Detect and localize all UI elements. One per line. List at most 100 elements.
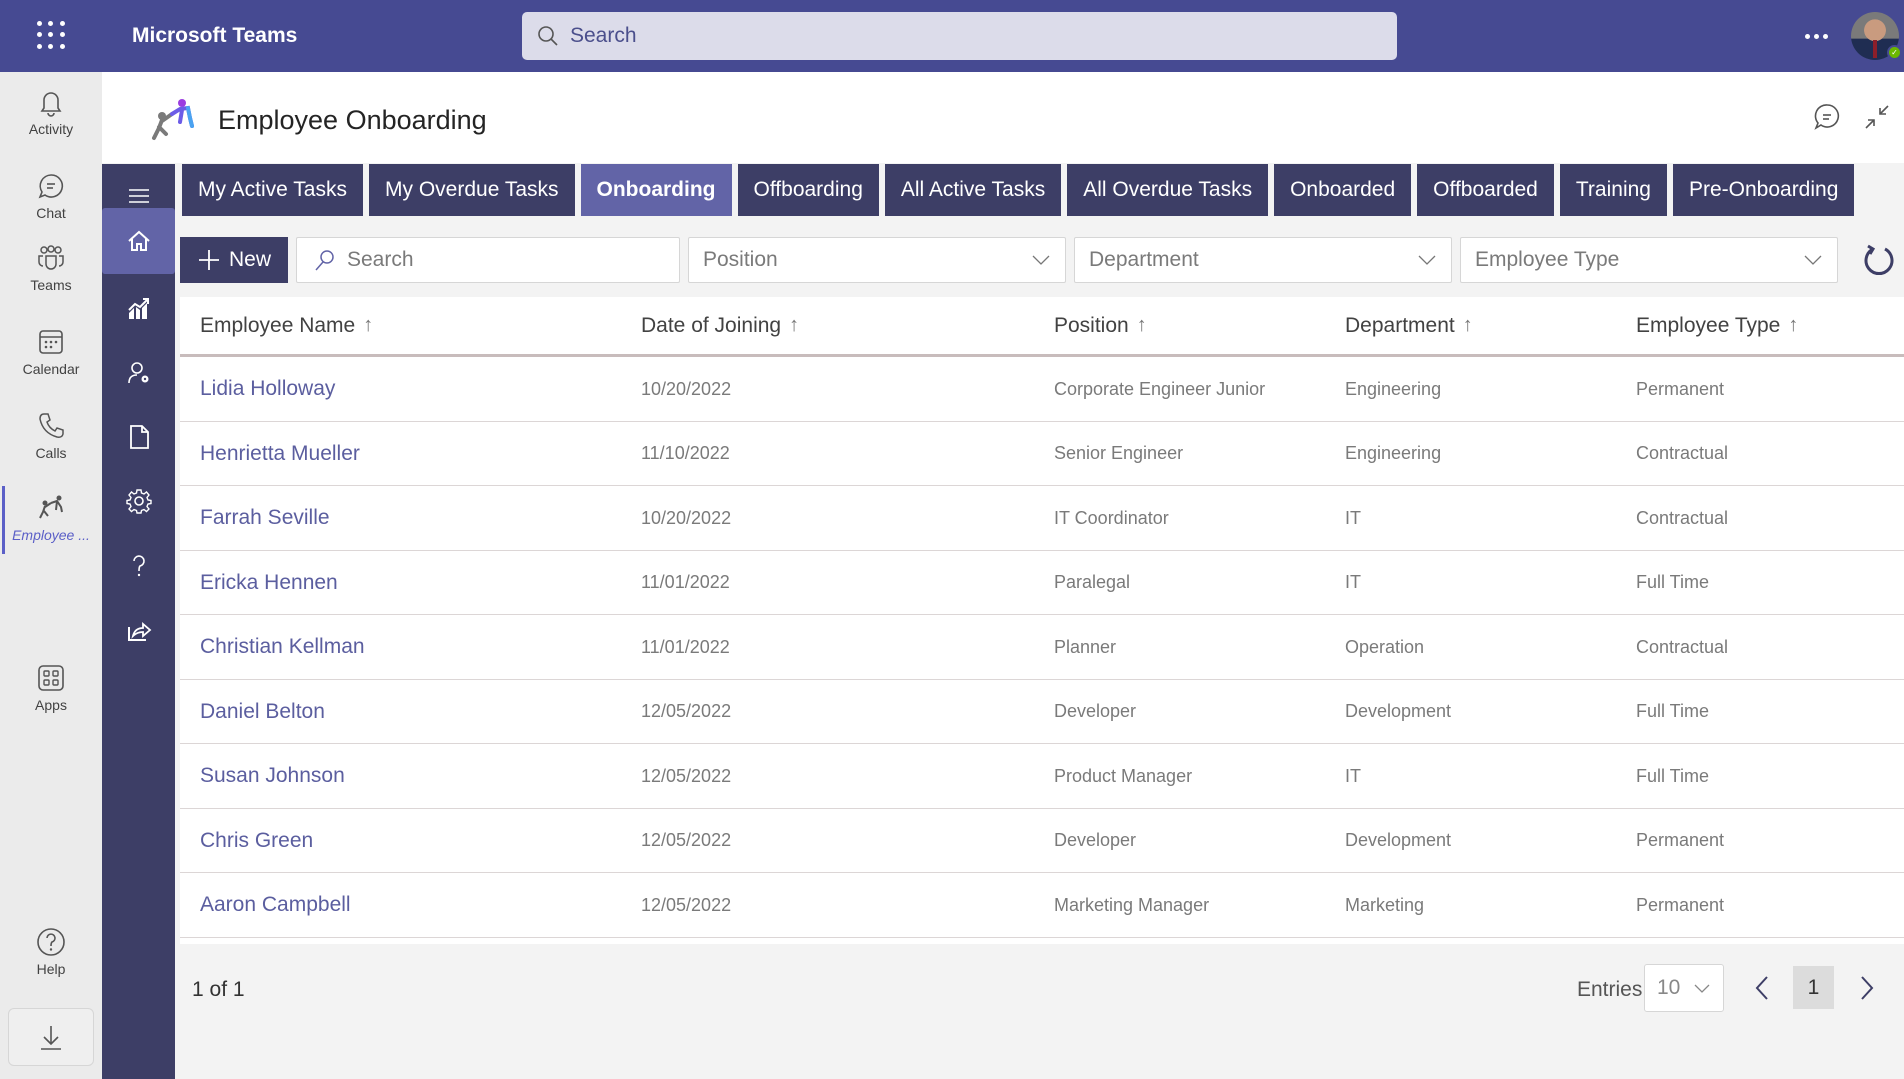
rail-item-label: Chat (36, 205, 66, 221)
nav-item-user-settings[interactable] (102, 341, 175, 405)
employee-search-input[interactable] (347, 248, 667, 272)
rail-item-apps[interactable]: Apps (0, 662, 102, 732)
column-header-employee-name[interactable]: Employee Name ↑ (200, 297, 373, 354)
new-button[interactable]: New (180, 237, 288, 283)
rail-item-employee-onboarding[interactable]: Employee ... (0, 486, 102, 562)
rail-item-calls[interactable]: Calls (0, 410, 102, 480)
tab-offboarded[interactable]: Offboarded (1417, 164, 1554, 216)
rail-item-label: Activity (28, 121, 74, 137)
nav-item-analytics[interactable] (102, 277, 175, 341)
rail-item-calendar[interactable]: Calendar (0, 326, 102, 396)
download-app-button[interactable] (8, 1008, 94, 1066)
rail-item-teams[interactable]: Teams (0, 242, 102, 312)
nav-item-home[interactable] (102, 208, 175, 274)
column-header-department[interactable]: Department ↑ (1345, 297, 1473, 354)
cell-position: Developer (1054, 701, 1137, 721)
employee-type-filter-dropdown[interactable]: Employee Type (1460, 237, 1838, 283)
table-row[interactable]: Susan Johnson 12/05/2022 Product Manager IT… (180, 744, 1904, 809)
rail-item-label: Teams (30, 277, 72, 293)
nav-item-settings[interactable] (102, 469, 175, 533)
refresh-icon[interactable] (1860, 241, 1898, 279)
global-search[interactable] (522, 12, 1397, 60)
chat-icon (38, 174, 64, 199)
plus-icon (198, 250, 219, 270)
more-options-button[interactable] (1802, 22, 1830, 50)
chevron-right-icon (1861, 976, 1874, 1000)
cell-employee-type: Full Time (1636, 765, 1710, 786)
column-header-position[interactable]: Position ↑ (1054, 297, 1147, 354)
tab-all-active-tasks[interactable]: All Active Tasks (884, 164, 1062, 216)
search-icon (315, 250, 334, 271)
table-row[interactable]: Henrietta Mueller 11/10/2022 Senior Engine… (180, 422, 1904, 486)
user-avatar[interactable]: ✓ (1851, 12, 1902, 60)
chevron-down-icon (1804, 255, 1822, 265)
cell-position: Marketing Manager (1054, 894, 1210, 915)
tab-onboarded[interactable]: Onboarded (1274, 164, 1412, 216)
chat-bubble-icon[interactable] (1812, 102, 1842, 132)
nav-item-share[interactable] (102, 598, 175, 662)
employee-name-link[interactable]: Henrietta Mueller (200, 422, 360, 486)
entries-per-page-select[interactable]: 10 (1644, 964, 1724, 1012)
position-filter-dropdown[interactable]: Position (688, 237, 1066, 283)
cell-date-of-joining: 12/05/2022 (641, 830, 732, 850)
employee-search[interactable] (296, 237, 680, 283)
rail-item-activity[interactable]: Activity (0, 86, 102, 156)
next-page-button[interactable] (1852, 970, 1882, 1006)
employee-name-link[interactable]: Farrah Seville (200, 486, 330, 550)
cell-department: Engineering (1345, 443, 1442, 463)
table-row[interactable]: Aaron Campbell 12/05/2022 Marketing Manage… (180, 873, 1904, 938)
table-row[interactable]: Farrah Seville 10/20/2022 IT Coordinator IT… (180, 486, 1904, 551)
column-header-employee-type[interactable]: Employee Type ↑ (1636, 297, 1798, 354)
table-row[interactable]: Ericka Hennen 11/01/2022 Paralegal IT Full T… (180, 551, 1904, 615)
chevron-down-icon (1694, 984, 1710, 993)
employee-name-link[interactable]: Aaron Campbell (200, 873, 351, 937)
cell-position: Corporate Engineer Junior (1054, 378, 1266, 399)
tab-onboarding[interactable]: Onboarding (580, 164, 732, 216)
previous-page-button[interactable] (1747, 970, 1777, 1006)
employee-name-link[interactable]: Christian Kellman (200, 615, 365, 679)
tab-offboarding[interactable]: Offboarding (737, 164, 879, 216)
employee-name-link[interactable]: Lidia Holloway (200, 357, 335, 421)
tab-training[interactable]: Training (1559, 164, 1667, 216)
app-header: Employee Onboarding (102, 72, 1904, 163)
tab-my-overdue-tasks[interactable]: My Overdue Tasks (369, 164, 575, 216)
employee-name-link[interactable]: Susan Johnson (200, 744, 345, 808)
column-header-date-of-joining[interactable]: Date of Joining ↑ (641, 297, 799, 354)
table-row[interactable]: Daniel Belton 12/05/2022 Developer Developm… (180, 680, 1904, 744)
sort-arrow-icon: ↑ (1136, 314, 1147, 336)
nav-item-help[interactable] (102, 534, 175, 598)
rail-item-chat[interactable]: Chat (0, 170, 102, 240)
share-icon (127, 622, 151, 641)
rail-item-label: Calendar (22, 361, 80, 377)
cell-position: IT Coordinator (1054, 507, 1169, 528)
table-row[interactable]: Chris Green 12/05/2022 Developer Developmen… (180, 809, 1904, 873)
cell-position: Planner (1054, 636, 1117, 657)
department-filter-dropdown[interactable]: Department (1074, 237, 1452, 283)
employee-onboarding-logo-icon (152, 99, 194, 140)
app-name: Microsoft Teams (132, 24, 298, 47)
sort-arrow-icon: ↑ (1462, 314, 1473, 336)
cell-date-of-joining: 11/01/2022 (641, 572, 730, 592)
table-row[interactable]: Lidia Holloway 10/20/2022 Corporate Engine… (180, 357, 1904, 422)
download-icon (41, 1026, 61, 1050)
nav-item-documents[interactable] (102, 405, 175, 469)
rail-item-help[interactable]: Help (0, 926, 102, 996)
app-side-nav (102, 164, 175, 1079)
help-icon (37, 928, 65, 956)
employee-name-link[interactable]: Daniel Belton (200, 680, 325, 744)
tab-all-overdue-tasks[interactable]: All Overdue Tasks (1067, 164, 1269, 216)
employee-name-link[interactable]: Ericka Hennen (200, 551, 338, 615)
collapse-icon[interactable] (1862, 102, 1892, 132)
app-launcher-icon[interactable] (36, 20, 66, 50)
table-row[interactable]: Christian Kellman 11/01/2022 Planner Operat… (180, 615, 1904, 680)
tab-my-active-tasks[interactable]: My Active Tasks (182, 164, 363, 216)
rail-item-label: Apps (35, 697, 67, 713)
cell-department: IT (1345, 507, 1361, 528)
global-search-input[interactable] (570, 24, 1370, 48)
tab-pre-onboarding[interactable]: Pre-Onboarding (1672, 164, 1855, 216)
page-number-button[interactable]: 1 (1793, 966, 1834, 1009)
user-settings-icon (127, 362, 148, 384)
cell-date-of-joining: 10/20/2022 (641, 378, 732, 399)
employee-name-link[interactable]: Chris Green (200, 809, 313, 873)
teams-icon (38, 245, 64, 270)
